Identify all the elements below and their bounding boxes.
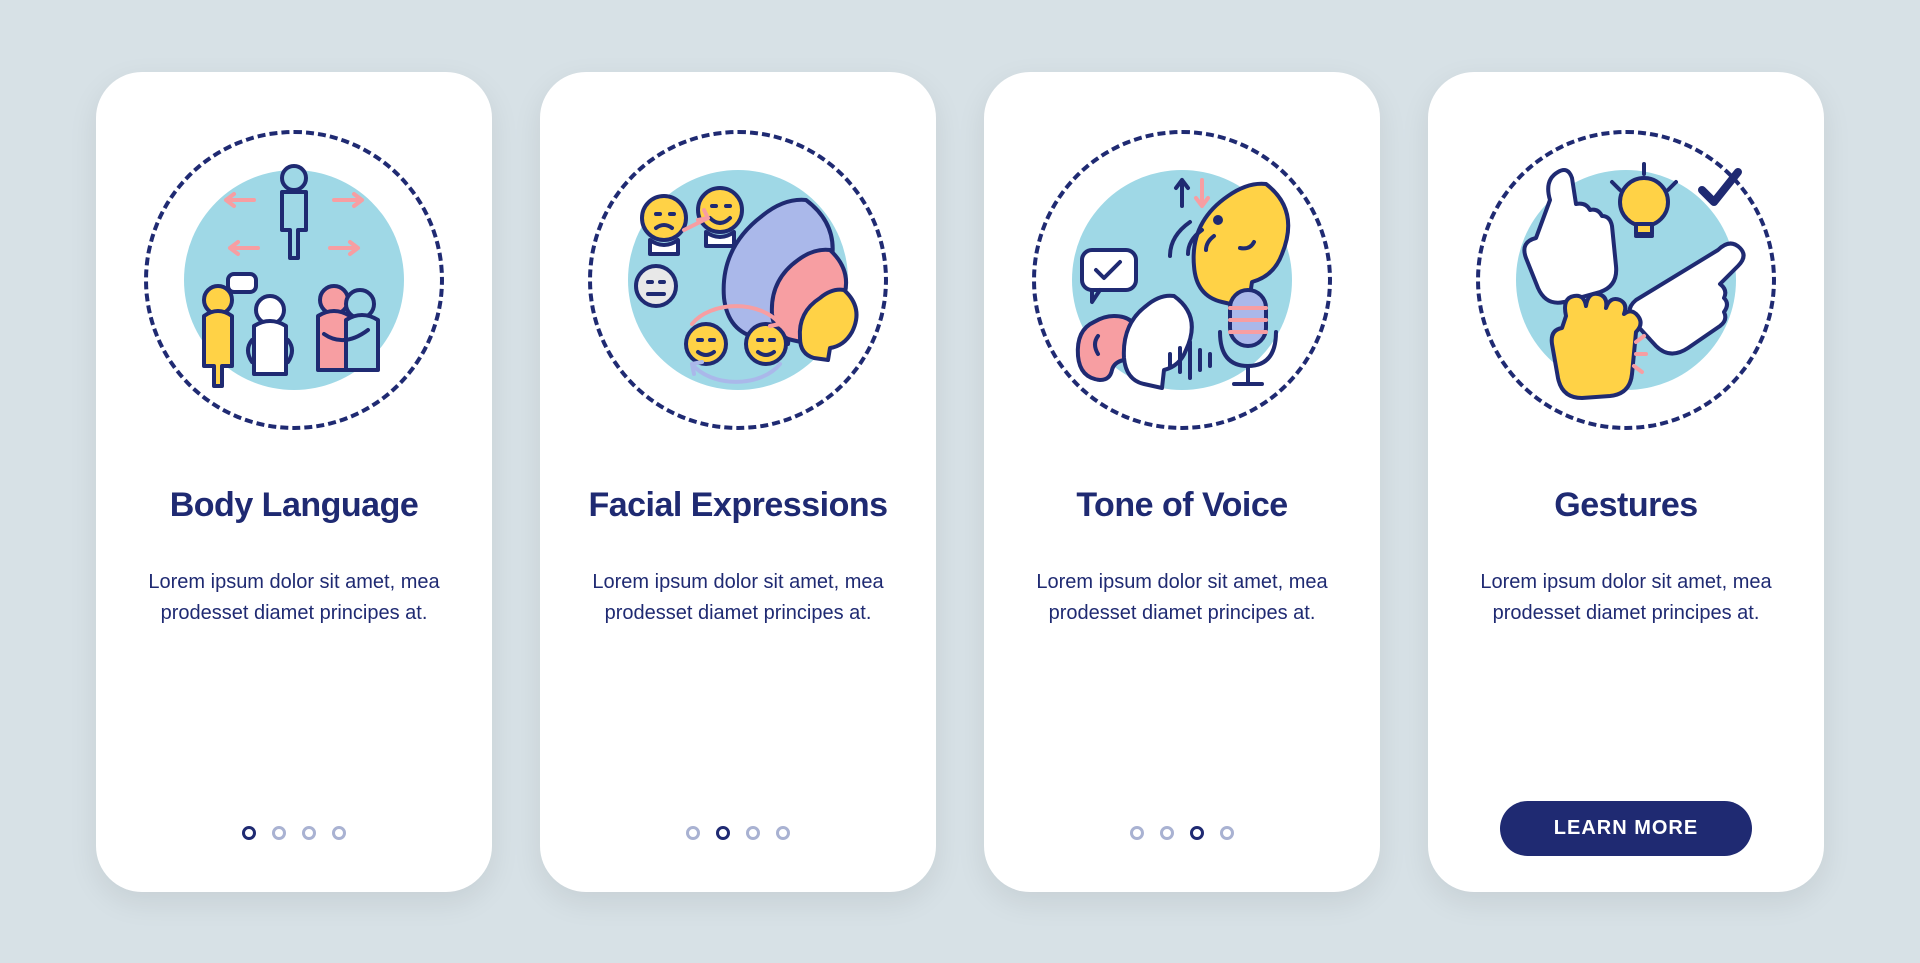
card-title: Gestures [1554,486,1697,525]
illustration [1476,130,1776,430]
dot-1[interactable] [1130,826,1144,840]
page-indicator [1130,826,1234,840]
page-indicator [686,826,790,840]
card-body: Lorem ipsum dolor sit amet, mea prodesse… [132,567,456,629]
learn-more-button[interactable]: LEARN MORE [1500,801,1752,856]
illustration [588,130,888,430]
dot-2[interactable] [272,826,286,840]
dot-1[interactable] [686,826,700,840]
dot-4[interactable] [1220,826,1234,840]
illustration [1032,130,1332,430]
dot-2[interactable] [716,826,730,840]
onboarding-card-facial-expressions: Facial Expressions Lorem ipsum dolor sit… [540,72,936,892]
dot-3[interactable] [1190,826,1204,840]
card-title: Tone of Voice [1076,486,1287,525]
facial-expressions-icon [598,140,878,420]
body-language-icon [154,140,434,420]
page-indicator [242,826,346,840]
card-title: Facial Expressions [588,486,887,525]
onboarding-card-gestures: Gestures Lorem ipsum dolor sit amet, mea… [1428,72,1824,892]
dot-1[interactable] [242,826,256,840]
onboarding-card-body-language: Body Language Lorem ipsum dolor sit amet… [96,72,492,892]
dot-3[interactable] [746,826,760,840]
dot-4[interactable] [332,826,346,840]
card-body: Lorem ipsum dolor sit amet, mea prodesse… [576,567,900,629]
card-body: Lorem ipsum dolor sit amet, mea prodesse… [1020,567,1344,629]
dot-2[interactable] [1160,826,1174,840]
tone-of-voice-icon [1042,140,1322,420]
dot-3[interactable] [302,826,316,840]
dot-4[interactable] [776,826,790,840]
card-body: Lorem ipsum dolor sit amet, mea prodesse… [1464,567,1788,629]
illustration [144,130,444,430]
card-title: Body Language [170,486,419,525]
gestures-icon [1486,140,1766,420]
onboarding-card-tone-of-voice: Tone of Voice Lorem ipsum dolor sit amet… [984,72,1380,892]
